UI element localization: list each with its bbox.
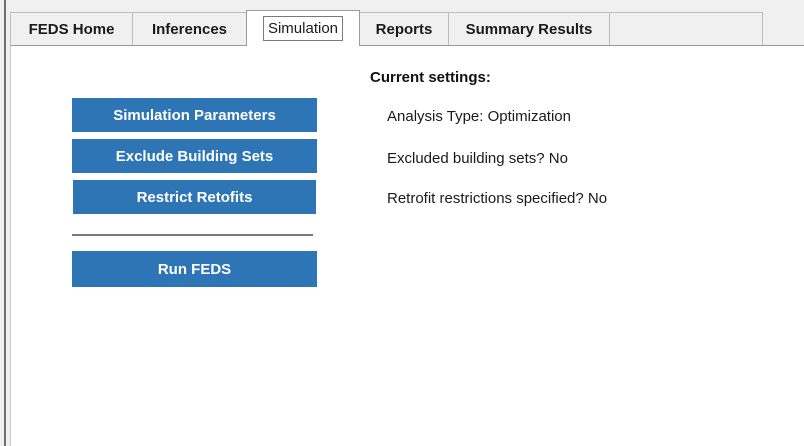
tab-inferences[interactable]: Inferences [132,12,247,46]
restrict-retrofits-button[interactable]: Restrict Retofits [73,180,316,214]
exclude-building-sets-button[interactable]: Exclude Building Sets [72,139,317,173]
current-settings-heading: Current settings: [370,69,491,86]
excluded-building-sets-setting: Excluded building sets? No [387,150,568,167]
window-frame-left [4,0,6,446]
simulation-panel: Simulation Parameters Exclude Building S… [10,45,804,446]
tab-reports[interactable]: Reports [359,12,449,46]
simulation-parameters-button[interactable]: Simulation Parameters [72,98,317,132]
tab-strip: FEDS Home Inferences Simulation Reports … [10,10,763,46]
button-separator [72,234,313,236]
tab-simulation-label: Simulation [262,16,344,41]
run-feds-button[interactable]: Run FEDS [72,251,317,287]
tab-feds-home[interactable]: FEDS Home [10,12,133,46]
tab-strip-filler [609,12,763,46]
feds-window: FEDS Home Inferences Simulation Reports … [0,0,804,446]
tab-simulation[interactable]: Simulation [246,10,360,46]
analysis-type-setting: Analysis Type: Optimization [387,108,571,125]
retrofit-restrictions-setting: Retrofit restrictions specified? No [387,190,608,207]
tab-summary-results[interactable]: Summary Results [448,12,610,46]
